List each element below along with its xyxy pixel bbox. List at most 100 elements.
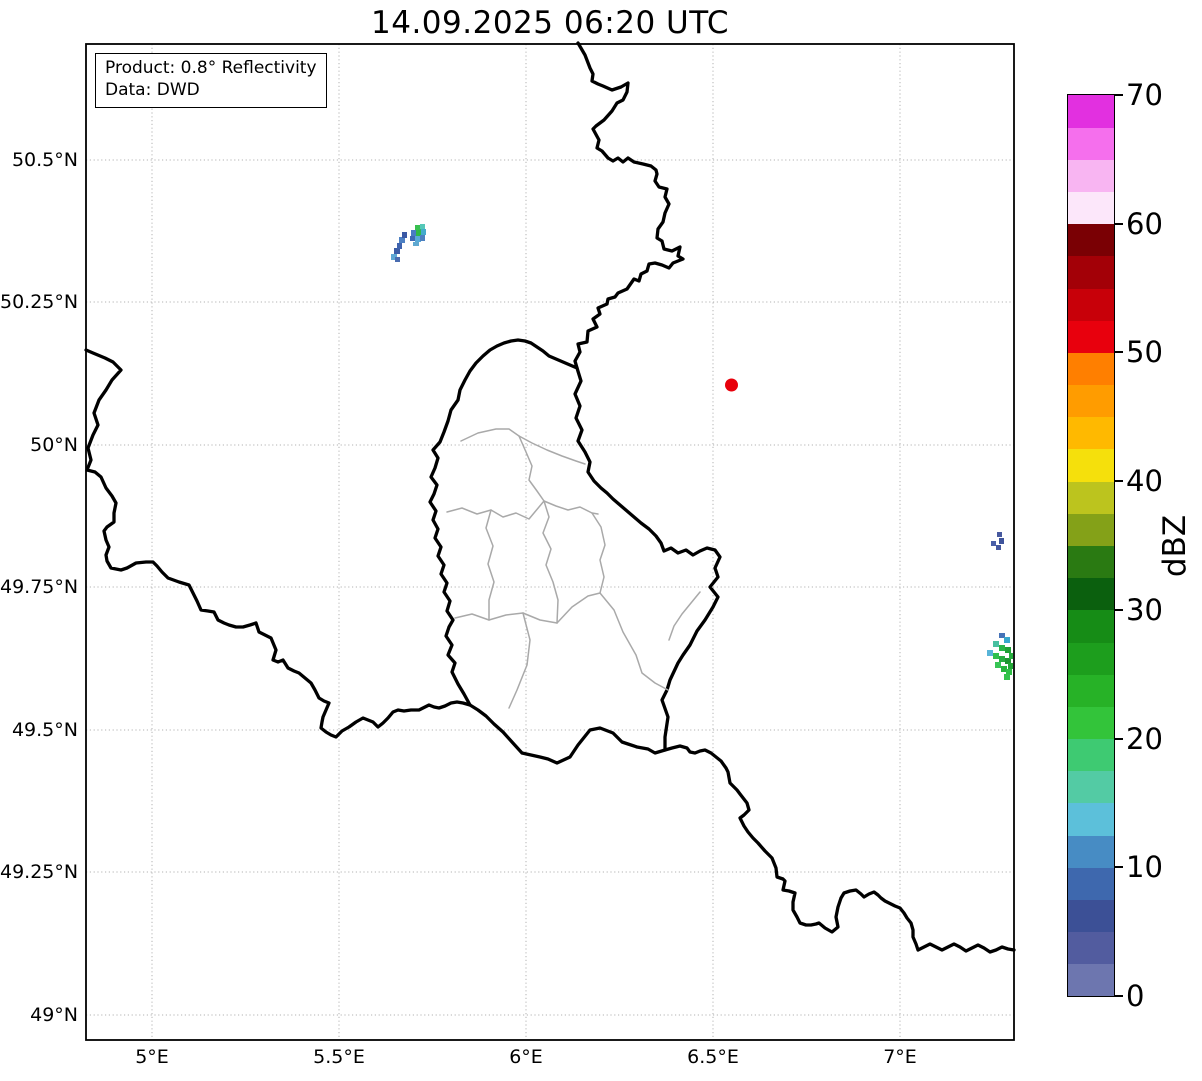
product-line: Product: 0.8° Reflectivity: [105, 58, 317, 78]
y-tick-label: 49.75°N: [0, 576, 79, 598]
canton-border: [542, 500, 559, 624]
colorbar-tick-label: 30: [1126, 592, 1163, 627]
radar-echo-cell: [413, 242, 419, 246]
colorbar-segment: [1068, 802, 1114, 836]
x-tick-label: 6°E: [509, 1046, 543, 1068]
colorbar-tick-mark: [1115, 737, 1123, 740]
colorbar-segment: [1068, 191, 1114, 225]
x-tick-label: 6.5°E: [687, 1046, 739, 1068]
radar-echo-cell: [397, 243, 402, 249]
colorbar-tick-label: 60: [1126, 206, 1163, 241]
radar-echo-cell: [1004, 637, 1010, 643]
colorbar-segment: [1068, 416, 1114, 450]
map-plot: [84, 41, 1016, 1041]
colorbar-segment: [1068, 448, 1114, 482]
radar-echo-cell: [996, 545, 1001, 550]
canton-border: [485, 509, 495, 621]
colorbar-segment: [1068, 384, 1114, 418]
colorbar-tick-label: 40: [1126, 464, 1163, 499]
radar-echo-cell: [997, 532, 1002, 537]
canton-border: [508, 612, 531, 709]
colorbar-tick-mark: [1115, 995, 1123, 997]
radar-echo-cell: [987, 650, 993, 656]
radar-echo-cell: [1005, 647, 1011, 653]
x-tick-label: 7°E: [883, 1046, 917, 1068]
product-info-box: Product: 0.8° Reflectivity Data: DWD: [95, 53, 327, 108]
radar-echo-cell: [993, 641, 999, 647]
colorbar-tick-mark: [1115, 866, 1123, 869]
radar-echo-cell: [1004, 674, 1010, 680]
radar-echo-cell: [1009, 653, 1013, 659]
radar-echo-cell: [991, 541, 996, 546]
colorbar-segment: [1068, 835, 1114, 868]
y-tick-label: 50.25°N: [0, 291, 79, 313]
france-germany-border: [663, 744, 1016, 954]
colorbar-segment: [1068, 95, 1114, 128]
radar-echo-cell: [420, 235, 425, 241]
canton-border: [446, 500, 599, 520]
colorbar-tick-label: 50: [1126, 335, 1163, 370]
belgium-germany-border: [573, 41, 685, 370]
colorbar-tick-label: 10: [1126, 850, 1163, 885]
y-tick-label: 49°N: [30, 1004, 78, 1026]
colorbar-segment: [1068, 674, 1114, 707]
colorbar-tick-mark: [1115, 480, 1123, 483]
canton-border: [454, 612, 558, 624]
x-tick-label: 5.5°E: [313, 1046, 365, 1068]
colorbar-segment: [1068, 738, 1114, 772]
colorbar-segment: [1068, 320, 1114, 353]
y-tick-label: 49.5°N: [11, 719, 78, 741]
colorbar-tick-label: 0: [1126, 979, 1145, 1013]
radar-echo-cell: [411, 230, 416, 236]
radar-echo-cell: [999, 538, 1004, 544]
radar-echo-cell: [1008, 663, 1013, 669]
colorbar-tick-label: 20: [1126, 721, 1163, 756]
radar-figure: 14.09.2025 06:20 UTC Product: 0.8° Refle…: [0, 0, 1202, 1081]
colorbar-segment: [1068, 545, 1114, 579]
belgium-france-border: [84, 348, 472, 739]
canton-border: [556, 512, 606, 624]
colorbar-tick-mark: [1115, 351, 1123, 354]
colorbar-segment: [1068, 352, 1114, 386]
radar-site-marker: [725, 378, 738, 392]
x-tick-label: 5°E: [135, 1046, 169, 1068]
y-tick-label: 50.5°N: [11, 149, 78, 171]
colorbar-segment: [1068, 513, 1114, 546]
colorbar-segment: [1068, 481, 1114, 514]
colorbar-segment: [1068, 963, 1114, 997]
colorbar-segment: [1068, 255, 1114, 289]
colorbar-segment: [1068, 899, 1114, 933]
colorbar-segment: [1068, 609, 1114, 643]
radar-echo-cell: [420, 224, 425, 229]
colorbar-segment: [1068, 127, 1114, 160]
radar-echo-cell: [395, 257, 400, 262]
colorbar-tick-mark: [1115, 222, 1123, 225]
data-source-line: Data: DWD: [105, 80, 200, 101]
radar-echo-cell: [999, 656, 1005, 662]
colorbar-segment: [1068, 159, 1114, 193]
colorbar-tick-mark: [1115, 94, 1123, 96]
colorbar-segment: [1068, 706, 1114, 740]
luxembourg-border: [428, 338, 722, 765]
colorbar-unit-label: dBZ: [1157, 514, 1193, 578]
radar-echo-cell: [993, 653, 999, 659]
canton-border: [518, 435, 545, 502]
colorbar: [1067, 94, 1115, 997]
canton-border: [599, 592, 669, 691]
colorbar-segment: [1068, 642, 1114, 675]
radar-echo-cell: [402, 232, 407, 238]
colorbar-segment: [1068, 867, 1114, 900]
radar-echo-layer: [391, 224, 1013, 680]
y-tick-label: 50°N: [30, 434, 78, 456]
colorbar-tick-label: 70: [1126, 78, 1163, 112]
colorbar-segment: [1068, 931, 1114, 965]
y-tick-label: 49.25°N: [0, 861, 79, 883]
colorbar-segment: [1068, 288, 1114, 321]
radar-echo-cell: [995, 662, 1001, 668]
colorbar-segment: [1068, 577, 1114, 611]
radar-echo-cell: [999, 645, 1005, 651]
radar-echo-cell: [421, 229, 426, 235]
colorbar-tick-mark: [1115, 608, 1123, 611]
colorbar-segment: [1068, 223, 1114, 257]
colorbar-segment: [1068, 770, 1114, 804]
